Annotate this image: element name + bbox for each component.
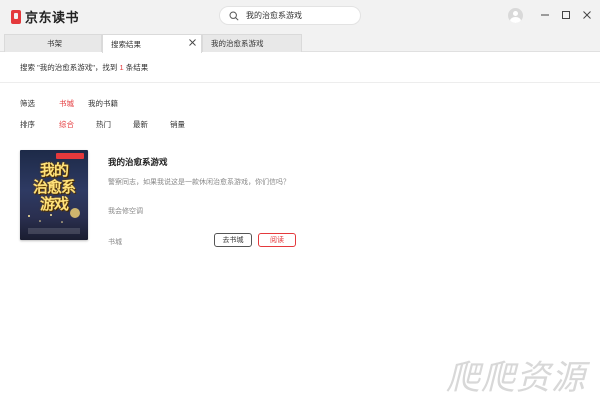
cover-art-line: 我的	[39, 161, 69, 179]
search-box[interactable]	[219, 6, 361, 25]
app-logo: 京东读书	[11, 7, 79, 26]
close-icon[interactable]	[188, 38, 197, 47]
result-prefix: 搜索 "我的治愈系游戏"，找到	[20, 63, 118, 72]
book-author: 我会修空调	[108, 208, 143, 215]
sort-option-sales[interactable]: 销量	[170, 119, 185, 130]
book-title[interactable]: 我的治愈系游戏	[108, 156, 168, 168]
cover-author-strip	[28, 228, 80, 234]
close-icon[interactable]	[580, 8, 594, 22]
sort-label: 排序	[20, 120, 35, 129]
cover-moon	[70, 208, 80, 218]
tab-label: 我的治愈系游戏	[211, 39, 264, 48]
filter-row: 筛选 书城 我的书籍	[20, 98, 220, 108]
book-cover[interactable]: 我的 治愈系 游戏	[20, 150, 88, 240]
cover-title-art: 我的 治愈系 游戏	[22, 162, 86, 213]
result-summary: 搜索 "我的治愈系游戏"，找到 1 条结果	[20, 62, 148, 73]
result-suffix: 条结果	[125, 63, 149, 72]
filter-option-store[interactable]: 书城	[59, 98, 74, 109]
tab-bar: 书架 搜索结果 我的治愈系游戏	[0, 32, 600, 53]
divider	[0, 82, 600, 83]
filter-option-my-books[interactable]: 我的书籍	[88, 98, 118, 109]
search-input[interactable]	[246, 11, 356, 20]
filter-label: 筛选	[20, 99, 35, 108]
sort-row: 排序 综合 热门 最新 销量	[20, 119, 220, 129]
book-description: 警察同志，如果我说这是一款休闲治愈系游戏，你们信吗？	[108, 179, 290, 186]
result-count: 1	[119, 63, 124, 72]
search-icon[interactable]	[228, 10, 240, 22]
book-source: 书城	[108, 239, 122, 246]
app-name: 京东读书	[25, 10, 80, 25]
avatar[interactable]	[508, 8, 523, 23]
tab-search-results[interactable]: 搜索结果	[102, 34, 202, 53]
publisher-badge	[56, 153, 84, 159]
tab-book[interactable]: 我的治愈系游戏	[202, 34, 302, 52]
minimize-icon[interactable]	[538, 8, 552, 22]
title-bar: 京东读书	[0, 0, 600, 32]
maximize-icon[interactable]	[559, 8, 573, 22]
tab-bookshelf[interactable]: 书架	[4, 34, 102, 52]
cover-stars	[28, 214, 63, 223]
sort-option-overall[interactable]: 综合	[59, 119, 74, 130]
tab-label: 搜索结果	[111, 39, 141, 49]
read-button[interactable]: 阅读	[258, 233, 296, 247]
watermark: 爬爬资源	[446, 358, 586, 398]
logo-icon	[11, 9, 21, 24]
sort-option-newest[interactable]: 最新	[133, 119, 148, 130]
cover-art-line: 治愈系	[32, 178, 76, 196]
go-to-store-button[interactable]: 去书城	[214, 233, 252, 247]
sort-option-hot[interactable]: 热门	[96, 119, 111, 130]
tab-label: 书架	[47, 39, 62, 48]
